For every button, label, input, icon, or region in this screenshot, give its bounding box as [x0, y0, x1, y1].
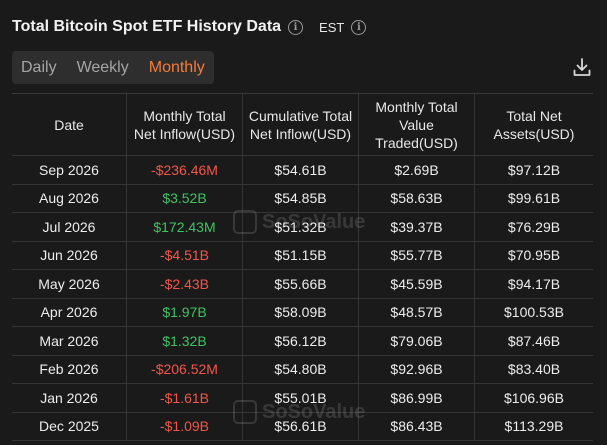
cell-net-inflow: -$1.61B	[127, 384, 243, 412]
cell-date: Feb 2026	[12, 355, 127, 383]
cell-value-traded: $48.57B	[359, 298, 475, 326]
column-header-net-assets[interactable]: Total Net Assets(USD)	[475, 94, 593, 155]
cell-net-inflow: $1.32B	[127, 327, 243, 355]
cell-value-traded: $39.37B	[359, 213, 475, 241]
period-selector: Daily Weekly Monthly	[12, 51, 214, 84]
cell-cumulative-inflow: $55.01B	[243, 384, 359, 412]
cell-net-assets: $70.95B	[507, 247, 561, 264]
cell-cumulative-inflow: $51.32B	[243, 213, 359, 241]
table-row[interactable]: Aug 2026 $3.52B $54.85B $58.63B $99.61B	[12, 184, 593, 213]
cell-net-assets: $94.17B	[507, 275, 561, 292]
cell-cumulative-inflow: $54.85B	[243, 184, 359, 212]
cell-value-traded: $58.63B	[359, 184, 475, 212]
cell-cumulative-inflow: $54.80B	[243, 355, 359, 383]
column-header-net-inflow[interactable]: Monthly Total Net Inflow(USD)	[127, 94, 243, 155]
table-row[interactable]: Dec 2025 -$1.09B $56.61B $86.43B $113.29B	[12, 412, 593, 441]
table-header-row: Date Monthly Total Net Inflow(USD) Cumul…	[12, 94, 593, 156]
table-row[interactable]: Jun 2026 -$4.51B $51.15B $55.77B $70.95B	[12, 241, 593, 270]
cell-net-inflow: $3.52B	[127, 184, 243, 212]
cell-net-assets: $97.12B	[507, 161, 561, 178]
cell-value-traded: $86.99B	[359, 384, 475, 412]
cell-net-assets: $106.96B	[504, 389, 564, 406]
cell-net-assets: $100.53B	[504, 304, 564, 321]
cell-net-inflow: $172.43M	[127, 213, 243, 241]
table-body: Sep 2026 -$236.46M $54.61B $2.69B $97.12B Aug…	[12, 156, 593, 441]
column-header-value-traded[interactable]: Monthly Total Value Traded(USD)	[359, 94, 475, 155]
cell-date: Apr 2026	[12, 298, 127, 326]
cell-net-inflow: -$2.43B	[127, 270, 243, 298]
cell-value-traded: $92.96B	[359, 355, 475, 383]
cell-net-inflow: -$236.46M	[127, 156, 243, 184]
cell-date: Jul 2026	[12, 213, 127, 241]
cell-value-traded: $86.43B	[359, 412, 475, 440]
column-header-date[interactable]: Date	[12, 94, 127, 155]
cell-net-assets: $83.40B	[507, 361, 561, 378]
cell-value-traded: $2.69B	[359, 156, 475, 184]
column-header-cumulative-inflow[interactable]: Cumulative Total Net Inflow(USD)	[243, 94, 359, 155]
timezone-label: EST	[319, 19, 345, 35]
cell-net-inflow: -$1.09B	[127, 412, 243, 440]
cell-cumulative-inflow: $56.61B	[243, 412, 359, 440]
info-icon[interactable]: i	[288, 19, 304, 35]
table-row[interactable]: May 2026 -$2.43B $55.66B $45.59B $94.17B	[12, 270, 593, 299]
cell-net-assets: $87.46B	[507, 332, 561, 349]
cell-net-assets: $76.29B	[507, 218, 561, 235]
etf-history-table: Date Monthly Total Net Inflow(USD) Cumul…	[12, 93, 593, 441]
cell-cumulative-inflow: $51.15B	[243, 241, 359, 269]
cell-net-assets: $99.61B	[507, 190, 561, 207]
page-header: Total Bitcoin Spot ETF History Data i ES…	[12, 14, 367, 40]
tab-monthly[interactable]: Monthly	[149, 59, 205, 77]
page-title: Total Bitcoin Spot ETF History Data	[12, 18, 282, 35]
timezone-info-icon[interactable]: i	[351, 19, 367, 35]
cell-value-traded: $55.77B	[359, 241, 475, 269]
table-row[interactable]: Apr 2026 $1.97B $58.09B $48.57B $100.53B	[12, 298, 593, 327]
table-row[interactable]: Jul 2026 $172.43M $51.32B $39.37B $76.29B	[12, 213, 593, 242]
cell-net-inflow: -$206.52M	[127, 355, 243, 383]
cell-value-traded: $45.59B	[359, 270, 475, 298]
cell-net-inflow: $1.97B	[127, 298, 243, 326]
cell-net-inflow: -$4.51B	[127, 241, 243, 269]
cell-date: Jun 2026	[12, 241, 127, 269]
cell-date: May 2026	[12, 270, 127, 298]
cell-cumulative-inflow: $55.66B	[243, 270, 359, 298]
download-icon[interactable]	[571, 56, 593, 78]
cell-date: Mar 2026	[12, 327, 127, 355]
cell-cumulative-inflow: $58.09B	[243, 298, 359, 326]
cell-cumulative-inflow: $56.12B	[243, 327, 359, 355]
table-row[interactable]: Jan 2026 -$1.61B $55.01B $86.99B $106.96B	[12, 384, 593, 413]
table-row[interactable]: Sep 2026 -$236.46M $54.61B $2.69B $97.12B	[12, 156, 593, 185]
cell-date: Sep 2026	[12, 156, 127, 184]
tab-weekly[interactable]: Weekly	[77, 59, 137, 77]
cell-date: Aug 2026	[12, 184, 127, 212]
cell-date: Jan 2026	[12, 384, 127, 412]
table-row[interactable]: Feb 2026 -$206.52M $54.80B $92.96B $83.40B	[12, 355, 593, 384]
cell-net-assets: $113.29B	[504, 418, 564, 435]
cell-cumulative-inflow: $54.61B	[243, 156, 359, 184]
table-row[interactable]: Mar 2026 $1.32B $56.12B $79.06B $87.46B	[12, 327, 593, 356]
tab-daily[interactable]: Daily	[21, 59, 65, 77]
cell-date: Dec 2025	[12, 412, 127, 440]
cell-value-traded: $79.06B	[359, 327, 475, 355]
